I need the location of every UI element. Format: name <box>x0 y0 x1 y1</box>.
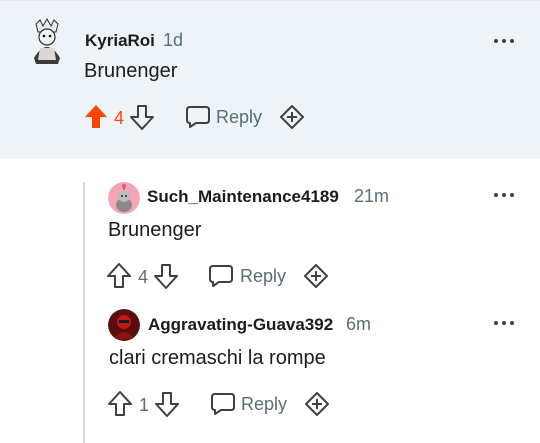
user-avatar[interactable] <box>108 182 140 214</box>
award-plus-icon[interactable] <box>279 104 305 135</box>
vote-score: 4 <box>138 267 149 287</box>
more-options-icon[interactable] <box>494 318 516 328</box>
more-options-icon[interactable] <box>494 36 516 46</box>
downvote-icon[interactable] <box>154 263 178 294</box>
reply-bubble-icon <box>209 265 233 287</box>
comment-author[interactable]: Such_Maintenance4189 <box>147 187 339 207</box>
award-plus-icon[interactable] <box>303 263 329 294</box>
comment-author[interactable]: Aggravating-Guava392 <box>148 315 333 335</box>
comment-age: 1d <box>163 30 184 50</box>
user-avatar[interactable] <box>108 309 140 341</box>
vote-score: 4 <box>114 108 125 128</box>
reply-bubble-icon <box>211 393 235 415</box>
upvote-icon[interactable] <box>84 104 108 135</box>
downvote-icon[interactable] <box>155 391 179 422</box>
comment-body: clari cremaschi la rompe <box>109 347 326 369</box>
more-options-icon[interactable] <box>494 190 516 200</box>
comment-age: 6m <box>346 314 372 334</box>
thread-line[interactable] <box>83 182 85 443</box>
award-plus-icon[interactable] <box>304 391 330 422</box>
upvote-icon[interactable] <box>108 391 132 422</box>
comment-body: Brunenger <box>108 219 202 241</box>
downvote-icon[interactable] <box>130 104 154 135</box>
reply-bubble-icon <box>186 106 210 128</box>
comment-body: Brunenger <box>84 60 178 82</box>
upvote-icon[interactable] <box>107 263 131 294</box>
reply-button[interactable]: Reply <box>210 392 290 418</box>
highlighted-comment <box>0 0 540 159</box>
comment-age: 21m <box>354 186 390 206</box>
reply-label: Reply <box>241 394 288 414</box>
comment-author[interactable]: KyriaRoi <box>85 31 155 51</box>
reply-button[interactable]: Reply <box>185 105 265 131</box>
reply-label: Reply <box>216 107 263 127</box>
user-avatar[interactable] <box>28 18 66 66</box>
reply-label: Reply <box>240 266 287 286</box>
vote-score: 1 <box>139 395 150 415</box>
reply-button[interactable]: Reply <box>208 264 288 290</box>
